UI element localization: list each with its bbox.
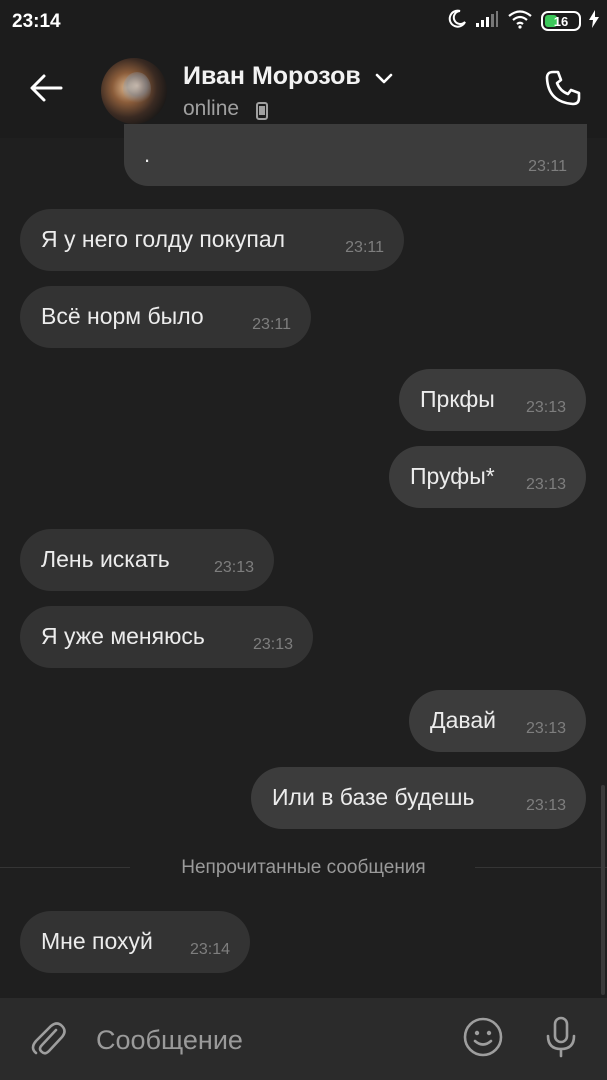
- message-time: 23:13: [525, 399, 566, 416]
- message-time: 23:11: [528, 158, 567, 175]
- message-time: 23:13: [525, 797, 566, 814]
- message-bubble-incoming[interactable]: Я у него голду покупал 23:11: [20, 209, 404, 271]
- moon-icon: [447, 9, 467, 34]
- divider-line: [475, 867, 607, 868]
- microphone-icon: [543, 1016, 579, 1063]
- message-text: Давай: [430, 707, 496, 733]
- wifi-icon: [507, 9, 533, 34]
- charging-icon: [589, 9, 599, 33]
- scrollbar[interactable]: [601, 785, 605, 995]
- message-text: Я уже меняюсь: [41, 623, 205, 649]
- paperclip-icon: [29, 1018, 67, 1063]
- message-input[interactable]: [96, 1020, 436, 1060]
- message-bubble-incoming[interactable]: Мне похуй 23:14: [20, 911, 250, 973]
- message-time: 23:13: [252, 636, 293, 653]
- back-button[interactable]: [22, 66, 70, 114]
- back-arrow-icon: [29, 73, 63, 108]
- message-time: 23:13: [213, 559, 254, 576]
- call-button[interactable]: [540, 67, 586, 113]
- mic-button[interactable]: [538, 1016, 584, 1062]
- status-bar: 23:14 16: [0, 0, 607, 42]
- attach-button[interactable]: [26, 1018, 70, 1062]
- message-text: Я у него голду покупал: [41, 226, 286, 252]
- message-text: Или в базе будешь: [272, 784, 475, 810]
- avatar[interactable]: [101, 58, 167, 124]
- message-bubble-outgoing[interactable]: Пруфы* 23:13: [389, 446, 586, 508]
- unread-divider: Непрочитанные сообщения: [0, 855, 607, 881]
- emoji-icon: [462, 1016, 504, 1063]
- signal-icon: [475, 10, 499, 33]
- chat-screen: 23:14 16 Иван Морозов online . 23:11 Я у…: [0, 0, 607, 1080]
- message-text: Всё норм было: [41, 303, 204, 329]
- status-icons: 16: [447, 9, 599, 33]
- battery-icon: 16: [541, 11, 581, 31]
- message-bubble-incoming[interactable]: Всё норм было 23:11: [20, 286, 311, 348]
- message-text: Пркфы: [420, 386, 495, 412]
- message-text: Мне похуй: [41, 928, 153, 954]
- message-time: 23:11: [345, 239, 384, 256]
- contact-status: online: [183, 97, 240, 120]
- contact-name[interactable]: Иван Морозов: [183, 62, 361, 91]
- message-bubble-incoming[interactable]: Я уже меняюсь 23:13: [20, 606, 313, 668]
- message-text: Пруфы*: [410, 463, 495, 489]
- message-composer: [0, 998, 607, 1080]
- message-time: 23:13: [525, 720, 566, 737]
- emoji-button[interactable]: [460, 1016, 506, 1062]
- message-time: 23:11: [252, 316, 291, 333]
- message-bubble-outgoing[interactable]: Или в базе будешь 23:13: [251, 767, 586, 829]
- message-time: 23:14: [189, 941, 230, 958]
- battery-level: 16: [553, 13, 569, 29]
- message-time: 23:13: [525, 476, 566, 493]
- message-bubble-incoming[interactable]: Лень искать 23:13: [20, 529, 274, 591]
- message-text: .: [144, 142, 151, 167]
- chevron-down-icon[interactable]: [374, 72, 394, 90]
- status-time: 23:14: [12, 11, 61, 32]
- message-bubble-outgoing[interactable]: Пркфы 23:13: [399, 369, 586, 431]
- unread-label: Непрочитанные сообщения: [181, 857, 426, 878]
- message-bubble-outgoing[interactable]: Давай 23:13: [409, 690, 586, 752]
- phone-call-icon: [544, 69, 582, 112]
- message-bubble-outgoing[interactable]: . 23:11: [124, 124, 587, 186]
- message-text: Лень искать: [41, 546, 170, 572]
- phone-device-icon: [256, 102, 268, 125]
